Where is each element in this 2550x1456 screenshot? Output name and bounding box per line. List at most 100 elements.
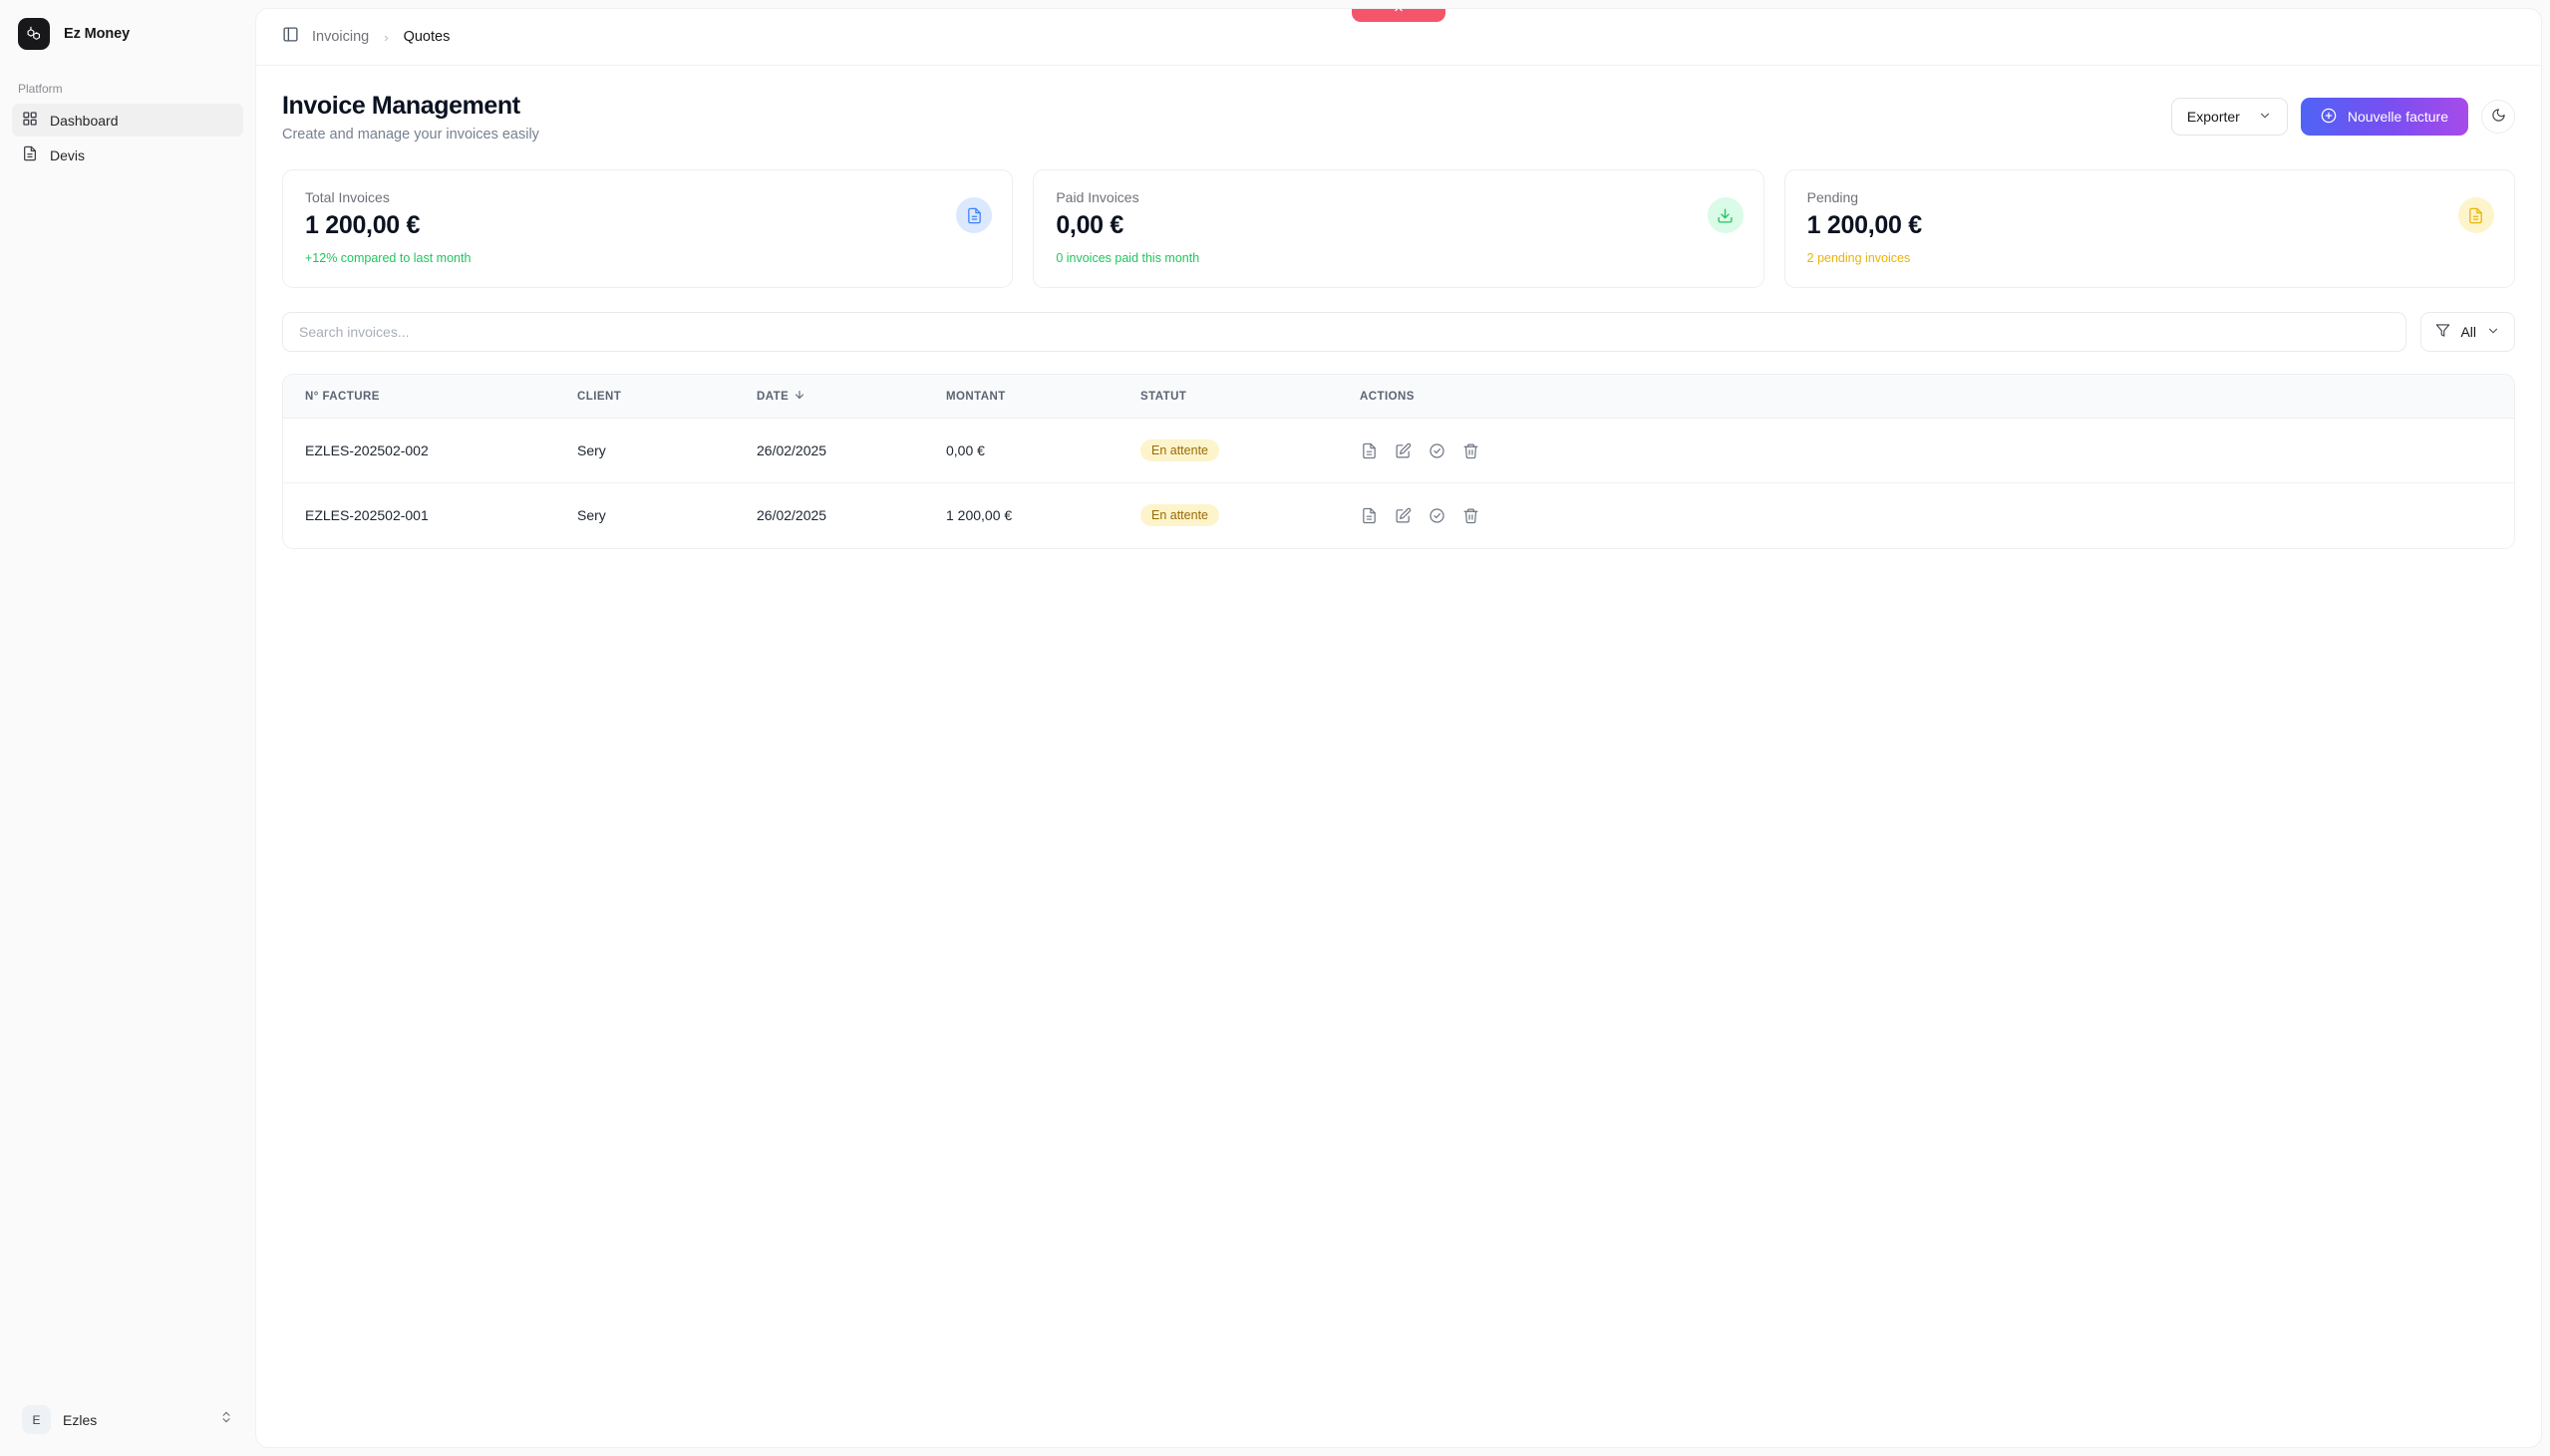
plus-circle-icon: [2321, 108, 2337, 127]
theme-toggle-button[interactable]: [2481, 100, 2515, 134]
sidebar-group-label: Platform: [18, 82, 63, 96]
table-row[interactable]: EZLES-202502-002 Sery 26/02/2025 0,00 € …: [283, 418, 2514, 483]
row-actions: [1360, 506, 2514, 524]
sidebar-user-menu[interactable]: E Ezles: [12, 1397, 243, 1442]
cell-client: Sery: [577, 418, 757, 483]
stat-label: Paid Invoices: [1056, 189, 1139, 205]
breadcrumb-separator: ›: [384, 29, 389, 45]
stat-card-pending: Pending 1 200,00 € 2 pending invoices: [1783, 169, 2515, 288]
invoices-table: N° FACTURE CLIENT DATE MONTANT STATUT AC…: [283, 375, 2514, 548]
search-input[interactable]: [282, 312, 2407, 352]
moon-icon: [2491, 108, 2506, 126]
export-button[interactable]: Exporter: [2170, 98, 2288, 136]
main-panel: Invoicing › Quotes Invoice Management Cr…: [255, 8, 2542, 1448]
stat-label: Pending: [1806, 189, 1859, 205]
laravel-logo-icon: [18, 18, 50, 50]
cell-invoice-number: EZLES-202502-002: [283, 418, 577, 483]
stat-note: 0 invoices paid this month: [1056, 251, 1200, 265]
sidebar-nav: Dashboard Devis: [0, 104, 255, 171]
stat-cards: Total Invoices 1 200,00 € +12% compared …: [282, 169, 2515, 288]
panel-left-icon[interactable]: [282, 26, 299, 48]
sidebar-item-label: Devis: [50, 146, 86, 163]
status-badge: En attente: [1140, 439, 1219, 461]
trash-icon[interactable]: [1461, 506, 1479, 524]
stat-card-paid-invoices: Paid Invoices 0,00 € 0 invoices paid thi…: [1033, 169, 1764, 288]
stat-note: 2 pending invoices: [1806, 251, 1911, 265]
sidebar-brand[interactable]: Ez Money: [0, 0, 255, 60]
sidebar-item-label: Dashboard: [50, 112, 119, 129]
cell-client: Sery: [577, 482, 757, 548]
sidebar-item-devis[interactable]: Devis: [12, 139, 243, 171]
cell-date: 26/02/2025: [757, 418, 946, 483]
column-header-actions: ACTIONS: [1360, 390, 1415, 403]
status-badge: En attente: [1140, 504, 1219, 527]
column-header-number[interactable]: N° FACTURE: [283, 375, 577, 419]
stat-value: 1 200,00 €: [305, 211, 421, 239]
view-document-icon[interactable]: [1360, 441, 1378, 459]
stat-value: 0,00 €: [1056, 211, 1124, 239]
chevrons-up-down-icon: [219, 1410, 233, 1429]
view-document-icon[interactable]: [1360, 506, 1378, 524]
breadcrumb-item-quotes[interactable]: Quotes: [404, 29, 451, 45]
arrow-down-icon: [794, 389, 805, 404]
page-subtitle: Create and manage your invoices easily: [282, 127, 539, 143]
column-header-status[interactable]: STATUT: [1140, 375, 1360, 419]
funnel-icon: [2435, 323, 2450, 341]
table-body: EZLES-202502-002 Sery 26/02/2025 0,00 € …: [283, 418, 2514, 548]
chevron-up-icon: [1392, 9, 1406, 20]
new-invoice-button-label: Nouvelle facture: [2347, 109, 2448, 125]
edit-square-icon[interactable]: [1394, 441, 1412, 459]
sidebar-item-dashboard[interactable]: Dashboard: [12, 104, 243, 137]
grid-icon: [22, 111, 38, 130]
row-actions: [1360, 441, 2514, 459]
table-header-row: N° FACTURE CLIENT DATE MONTANT STATUT AC…: [283, 375, 2514, 419]
chevron-down-icon: [2258, 109, 2272, 126]
download-icon: [1707, 197, 1744, 233]
edit-square-icon[interactable]: [1394, 506, 1412, 524]
stat-value: 1 200,00 €: [1806, 211, 1922, 239]
page-title: Invoice Management: [282, 92, 520, 120]
trash-icon[interactable]: [1461, 441, 1479, 459]
avatar: E: [22, 1405, 51, 1434]
page-heading-block: Invoice Management Create and manage you…: [282, 92, 539, 143]
search-wrapper: [282, 312, 2407, 352]
cell-invoice-number: EZLES-202502-001: [283, 482, 577, 548]
column-header-date[interactable]: DATE: [757, 375, 946, 419]
cell-actions: [1360, 418, 2514, 483]
new-invoice-button[interactable]: Nouvelle facture: [2300, 98, 2468, 136]
notification-pill[interactable]: [1352, 9, 1445, 22]
stat-note: +12% compared to last month: [305, 251, 472, 265]
cell-amount: 0,00 €: [946, 418, 1140, 483]
document-icon: [22, 146, 38, 164]
table-head: N° FACTURE CLIENT DATE MONTANT STATUT AC…: [283, 375, 2514, 419]
chevron-down-icon: [2486, 324, 2500, 341]
filter-button[interactable]: All: [2420, 312, 2515, 352]
brand-name: Ez Money: [64, 26, 131, 42]
cell-actions: [1360, 482, 2514, 548]
file-text-icon: [2457, 197, 2494, 233]
app-root: Ez Money Platform Dashboard Devis E Ezle…: [0, 0, 2550, 1456]
user-name: Ezles: [63, 1411, 98, 1428]
cell-date: 26/02/2025: [757, 482, 946, 548]
check-circle-icon[interactable]: [1428, 506, 1445, 524]
page-content: Invoice Management Create and manage you…: [256, 66, 2541, 1447]
breadcrumb-item-invoicing[interactable]: Invoicing: [312, 29, 369, 45]
cell-amount: 1 200,00 €: [946, 482, 1140, 548]
table-row[interactable]: EZLES-202502-001 Sery 26/02/2025 1 200,0…: [283, 482, 2514, 548]
export-button-label: Exporter: [2186, 109, 2240, 125]
check-circle-icon[interactable]: [1428, 441, 1445, 459]
column-header-date-label: DATE: [757, 390, 790, 403]
header-actions: Exporter Nouvelle facture: [2170, 92, 2515, 136]
stat-label: Total Invoices: [305, 189, 390, 205]
column-header-client[interactable]: CLIENT: [577, 375, 757, 419]
column-header-amount[interactable]: MONTANT: [946, 375, 1140, 419]
page-header: Invoice Management Create and manage you…: [282, 92, 2515, 143]
stat-card-total-invoices: Total Invoices 1 200,00 € +12% compared …: [282, 169, 1014, 288]
cell-status: En attente: [1140, 482, 1360, 548]
sidebar: Ez Money Platform Dashboard Devis E Ezle…: [0, 0, 255, 1456]
invoices-table-card: N° FACTURE CLIENT DATE MONTANT STATUT AC…: [282, 374, 2515, 549]
date-sort-control[interactable]: DATE: [757, 389, 805, 404]
toolbar: All: [282, 312, 2515, 352]
breadcrumb: Invoicing › Quotes: [312, 29, 450, 45]
